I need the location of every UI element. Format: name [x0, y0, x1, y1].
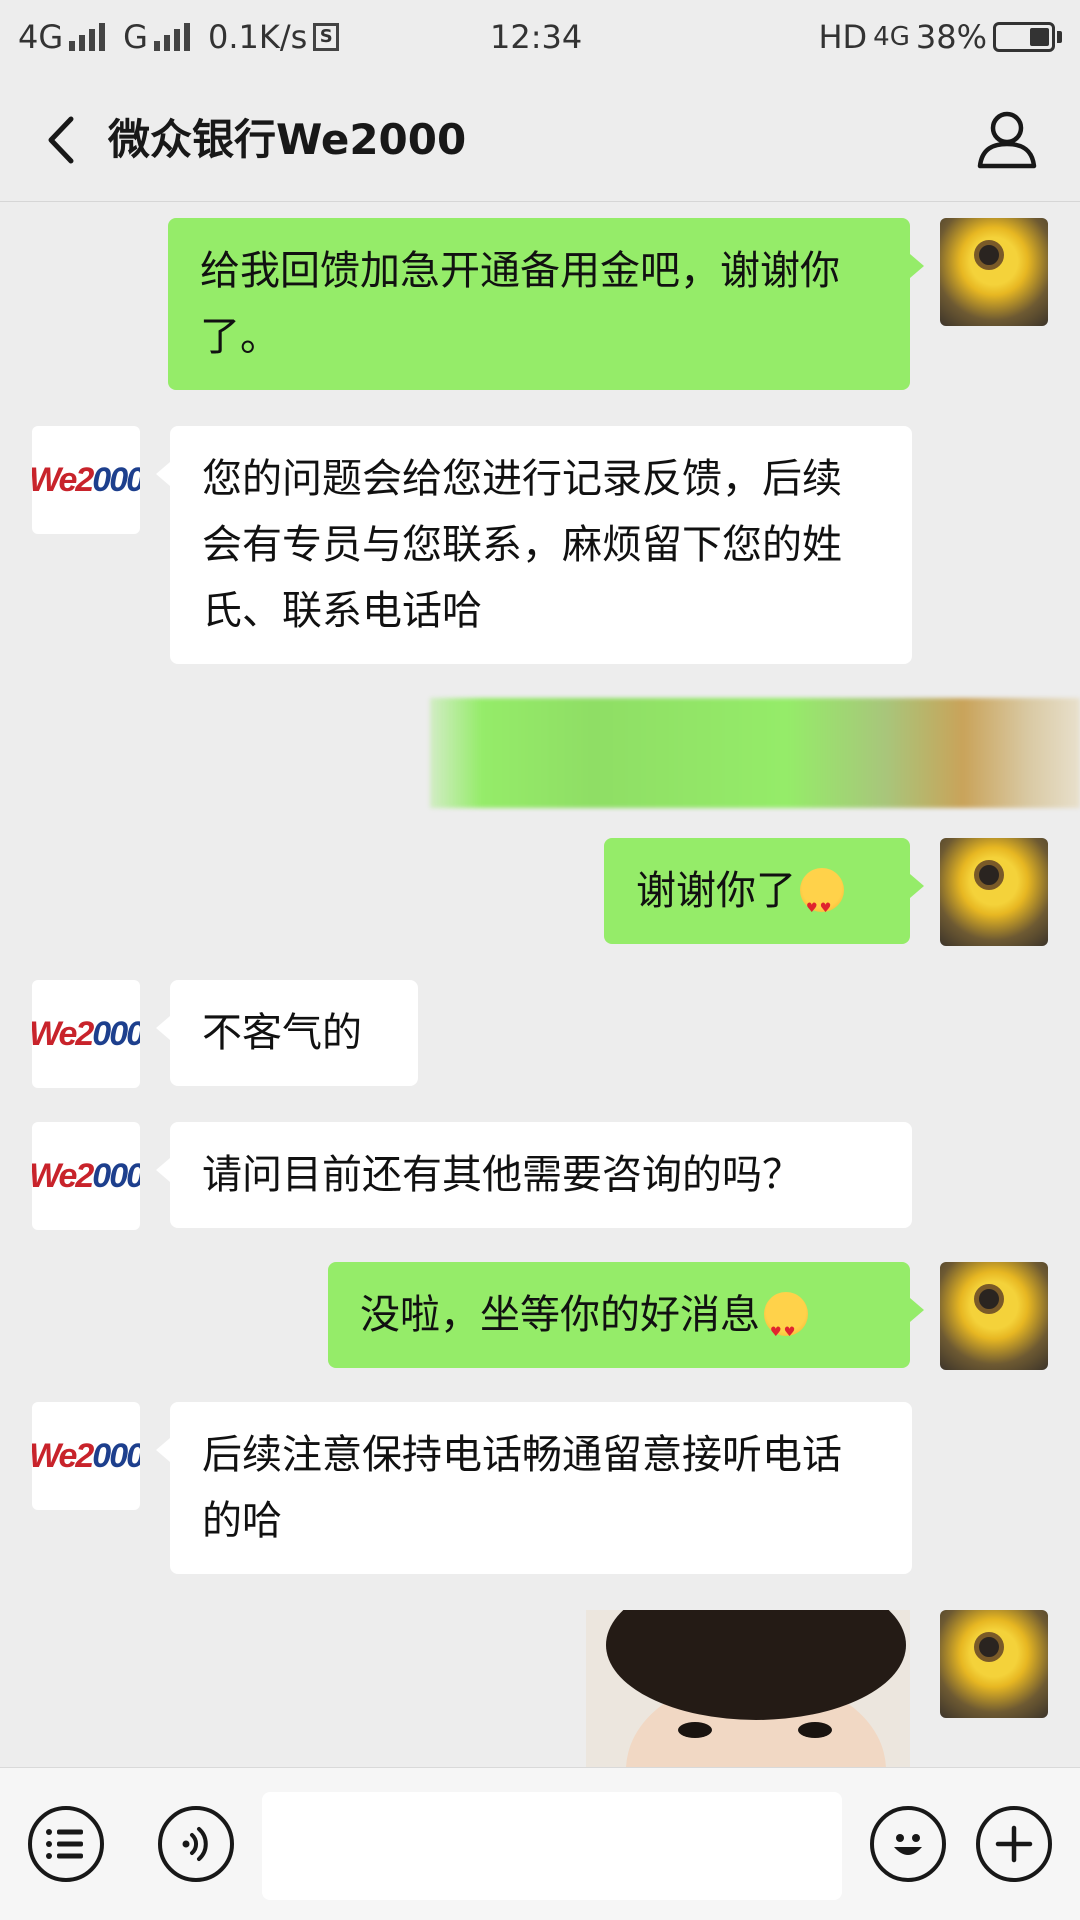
hd-label: HD [818, 18, 868, 56]
user-avatar[interactable] [940, 218, 1048, 326]
network-label-4g: 4G [18, 18, 64, 56]
person-icon [977, 111, 1037, 169]
emoji-button[interactable] [870, 1806, 946, 1882]
bot-avatar[interactable]: We2000 [32, 1122, 140, 1230]
we2000-logo: We2000 [32, 1014, 140, 1053]
menu-button[interactable] [28, 1806, 104, 1882]
message-text: 没啦，坐等你的好消息 [360, 1292, 760, 1338]
chat-title: 微众银行We2000 [108, 115, 467, 164]
message-bubble-incoming[interactable]: 请问目前还有其他需要咨询的吗？ [156, 1122, 912, 1228]
message-text: 谢谢你了 [636, 868, 796, 914]
heart-eyes-emoji-icon [800, 868, 844, 942]
image-message[interactable] [586, 1610, 910, 1767]
user-avatar[interactable] [940, 1610, 1048, 1718]
time: 12:34 [490, 18, 583, 56]
s-app-icon: S [313, 23, 340, 51]
more-button[interactable] [976, 1806, 1052, 1882]
chat-header: 微众银行We2000 [0, 78, 1080, 202]
message-bubble-incoming[interactable]: 后续注意保持电话畅通留意接听电话的哈 [156, 1402, 912, 1574]
input-bar [0, 1767, 1080, 1920]
menu-list-icon [46, 1829, 83, 1859]
back-arrow-icon [48, 116, 74, 164]
message-bubble-outgoing[interactable]: 谢谢你了 [604, 838, 924, 944]
message-text: 您的问题会给您进行记录反馈，后续会有专员与您联系，麻烦留下您的姓氏、联系电话哈 [202, 456, 842, 634]
message-bubble-outgoing[interactable]: 给我回馈加急开通备用金吧，谢谢你了。 [168, 218, 924, 390]
bot-avatar[interactable]: We2000 [32, 980, 140, 1088]
redacted-message [430, 698, 1080, 808]
back-button[interactable] [30, 110, 90, 170]
message-bubble-incoming[interactable]: 您的问题会给您进行记录反馈，后续会有专员与您联系，麻烦留下您的姓氏、联系电话哈 [156, 426, 912, 664]
user-avatar[interactable] [940, 1262, 1048, 1370]
clock: 12:34 [490, 18, 582, 56]
message-list[interactable]: 给我回馈加急开通备用金吧，谢谢你了。 We2000 您的问题会给您进行记录反馈，… [0, 202, 1080, 1767]
we2000-logo: We2000 [32, 1156, 140, 1195]
we2000-logo: We2000 [32, 460, 140, 499]
signal-icon [69, 23, 106, 51]
battery-percent: 38% [915, 18, 987, 56]
status-bar: 4G G 0.1K/s S 12:34 HD 4G 38% [0, 0, 1080, 78]
message-text: 给我回馈加急开通备用金吧，谢谢你了。 [200, 248, 840, 360]
message-text: 请问目前还有其他需要咨询的吗？ [202, 1152, 802, 1198]
message-text: 不客气的 [202, 1010, 362, 1056]
plus-icon [995, 1825, 1033, 1863]
message-input[interactable] [262, 1792, 842, 1900]
message-bubble-outgoing[interactable]: 没啦，坐等你的好消息 [328, 1262, 924, 1368]
emoji-smile-icon [894, 1834, 922, 1855]
voice-button[interactable] [158, 1806, 234, 1882]
signal-icon-2 [153, 23, 190, 51]
network-indicator: 4G G 0.1K/s S [18, 18, 340, 56]
user-avatar[interactable] [940, 838, 1048, 946]
voice-icon [182, 1827, 208, 1861]
message-text: 后续注意保持电话畅通留意接听电话的哈 [202, 1432, 842, 1544]
net-speed: 0.1K/s [207, 18, 308, 56]
network-label-g: G [123, 18, 148, 56]
bot-avatar[interactable]: We2000 [32, 1402, 140, 1510]
right-status: HD 4G 38% [818, 18, 1062, 56]
network-label-4g-right: 4G [873, 22, 910, 52]
battery-icon [993, 22, 1062, 52]
we2000-logo: We2000 [32, 1436, 140, 1475]
profile-button[interactable] [974, 106, 1040, 172]
message-bubble-incoming[interactable]: 不客气的 [156, 980, 418, 1086]
bot-avatar[interactable]: We2000 [32, 426, 140, 534]
heart-eyes-emoji-icon [764, 1292, 808, 1366]
